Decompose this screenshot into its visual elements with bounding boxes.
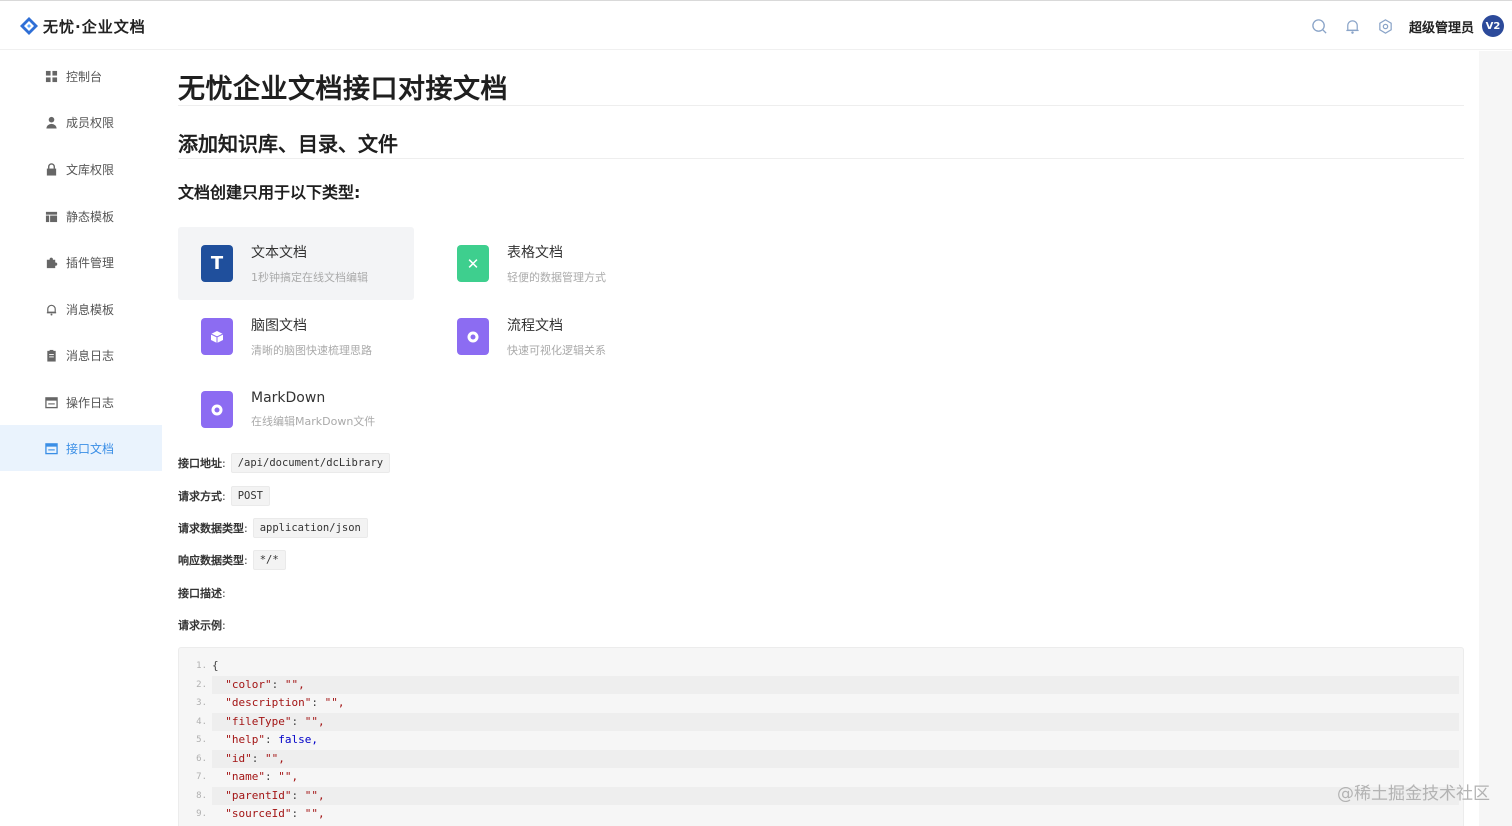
flow-doc-icon bbox=[457, 318, 489, 355]
sidebar-item-dashboard[interactable]: 控制台 bbox=[0, 53, 162, 99]
doc-type-title: 文本文档 bbox=[251, 245, 307, 261]
dashboard-icon bbox=[44, 69, 58, 83]
sidebar-item-label: 文库权限 bbox=[66, 162, 115, 177]
app-logo[interactable]: 无忧·企业文档 bbox=[19, 14, 146, 38]
code-line: 3. "description": "", bbox=[196, 696, 345, 709]
main-content: 无忧企业文档接口对接文档 添加知识库、目录、文件 文档创建只用于以下类型: T … bbox=[178, 51, 1464, 826]
field-label: 请求方式 bbox=[178, 490, 222, 503]
doc-type-text[interactable]: T 文本文档 1秒钟搞定在线文档编辑 bbox=[178, 227, 414, 300]
doc-type-markdown[interactable]: MarkDown 在线编辑MarkDown文件 bbox=[178, 373, 414, 446]
api-response-type-row: 响应数据类型: */* bbox=[178, 549, 286, 571]
doc-type-title: 流程文档 bbox=[507, 318, 563, 334]
doc-type-desc: 在线编辑MarkDown文件 bbox=[251, 415, 376, 428]
code-line: 6. "id": "", bbox=[179, 750, 1459, 768]
log-icon bbox=[44, 395, 58, 409]
code-line: 9. "sourceId": "", bbox=[196, 807, 325, 820]
doc-type-mindmap[interactable]: 脑图文档 清晰的脑图快速梳理思路 bbox=[178, 300, 414, 373]
doc-type-flow[interactable]: 流程文档 快速可视化逻辑关系 bbox=[434, 300, 670, 373]
settings-icon[interactable] bbox=[1377, 17, 1395, 35]
api-description-row: 接口描述: bbox=[178, 586, 226, 601]
bell-icon[interactable] bbox=[1344, 17, 1362, 35]
page-title: 无忧企业文档接口对接文档 bbox=[178, 74, 508, 105]
sheet-doc-icon: ✕ bbox=[457, 245, 489, 282]
divider bbox=[178, 105, 1464, 106]
sidebar-item-operation-logs[interactable]: 操作日志 bbox=[0, 379, 162, 425]
user-icon bbox=[44, 115, 58, 129]
sidebar-item-label: 接口文档 bbox=[66, 441, 115, 456]
clipboard-icon bbox=[44, 348, 58, 362]
doc-type-desc: 清晰的脑图快速梳理思路 bbox=[251, 344, 372, 357]
sidebar-item-static-templates[interactable]: 静态模板 bbox=[0, 193, 162, 239]
doc-type-desc: 轻便的数据管理方式 bbox=[507, 271, 606, 284]
sidebar-item-message-logs[interactable]: 消息日志 bbox=[0, 332, 162, 378]
markdown-doc-icon bbox=[201, 391, 233, 428]
code-line: 5. "help": false, bbox=[196, 733, 318, 746]
top-bar: 无忧·企业文档 超级管理员 V2 bbox=[0, 0, 1512, 50]
code-line: 7. "name": "", bbox=[196, 770, 299, 783]
field-label: 请求示例 bbox=[178, 619, 222, 632]
field-label: 接口描述 bbox=[178, 587, 222, 600]
code-line: 4. "fileType": "", bbox=[179, 713, 1459, 731]
field-label: 请求数据类型 bbox=[178, 522, 244, 535]
api-example-row: 请求示例: bbox=[178, 618, 226, 633]
template-icon bbox=[44, 209, 58, 223]
sidebar-item-library-permissions[interactable]: 文库权限 bbox=[0, 146, 162, 192]
api-method-value: POST bbox=[230, 486, 271, 506]
sidebar-item-label: 操作日志 bbox=[66, 395, 115, 410]
doc-type-desc: 1秒钟搞定在线文档编辑 bbox=[251, 271, 368, 284]
doc-type-title: 表格文档 bbox=[507, 245, 563, 261]
doc-type-title: MarkDown bbox=[251, 390, 326, 406]
sidebar-item-label: 控制台 bbox=[66, 69, 103, 84]
field-label: 响应数据类型 bbox=[178, 554, 244, 567]
code-block[interactable]: 1. { 2. "color": "", 3. "description": "… bbox=[178, 647, 1464, 826]
sidebar-item-message-templates[interactable]: 消息模板 bbox=[0, 286, 162, 332]
api-request-type-value: application/json bbox=[252, 518, 368, 538]
sidebar-item-label: 消息模板 bbox=[66, 302, 115, 317]
sidebar-item-label: 成员权限 bbox=[66, 115, 115, 130]
code-line: 2. "color": "", bbox=[179, 676, 1459, 694]
mindmap-doc-icon bbox=[201, 318, 233, 355]
subsection-title: 文档创建只用于以下类型: bbox=[178, 183, 361, 202]
code-line: 1. { bbox=[196, 659, 219, 672]
search-icon[interactable] bbox=[1311, 17, 1329, 35]
doc-type-sheet[interactable]: ✕ 表格文档 轻便的数据管理方式 bbox=[434, 227, 670, 300]
watermark: @稀土掘金技术社区 bbox=[1337, 784, 1490, 804]
field-label: 接口地址 bbox=[178, 457, 222, 470]
api-response-type-value: */* bbox=[252, 550, 286, 570]
bell-icon bbox=[44, 302, 58, 316]
api-doc-icon bbox=[44, 441, 58, 455]
section-title: 添加知识库、目录、文件 bbox=[178, 132, 398, 156]
divider bbox=[178, 158, 1464, 159]
sidebar-item-label: 插件管理 bbox=[66, 255, 115, 270]
sidebar-item-member-permissions[interactable]: 成员权限 bbox=[0, 99, 162, 145]
user-name[interactable]: 超级管理员 bbox=[1409, 17, 1474, 36]
doc-type-desc: 快速可视化逻辑关系 bbox=[507, 344, 606, 357]
doc-type-title: 脑图文档 bbox=[251, 318, 307, 334]
text-doc-icon: T bbox=[201, 245, 233, 282]
scrollbar-track[interactable] bbox=[1479, 51, 1512, 826]
api-request-type-row: 请求数据类型: application/json bbox=[178, 517, 368, 539]
header-actions: 超级管理员 V2 bbox=[1296, 13, 1504, 39]
avatar[interactable]: V2 bbox=[1482, 15, 1504, 37]
sidebar-item-plugin-management[interactable]: 插件管理 bbox=[0, 239, 162, 285]
puzzle-icon bbox=[44, 255, 58, 269]
sidebar-item-api-docs[interactable]: 接口文档 bbox=[0, 425, 162, 471]
api-url-row: 接口地址: /api/document/dcLibrary bbox=[178, 452, 391, 474]
app-title: 无忧·企业文档 bbox=[43, 17, 146, 36]
lock-icon bbox=[44, 162, 58, 176]
sidebar-item-label: 静态模板 bbox=[66, 209, 115, 224]
logo-icon bbox=[20, 17, 38, 35]
sidebar: 控制台 成员权限 文库权限 静态模板 插件管理 消息模板 消息日志 操作日志 接… bbox=[0, 51, 162, 826]
api-method-row: 请求方式: POST bbox=[178, 485, 271, 507]
sidebar-item-label: 消息日志 bbox=[66, 348, 115, 363]
code-line: 8. "parentId": "", bbox=[179, 787, 1459, 805]
api-url-value: /api/document/dcLibrary bbox=[230, 453, 391, 473]
